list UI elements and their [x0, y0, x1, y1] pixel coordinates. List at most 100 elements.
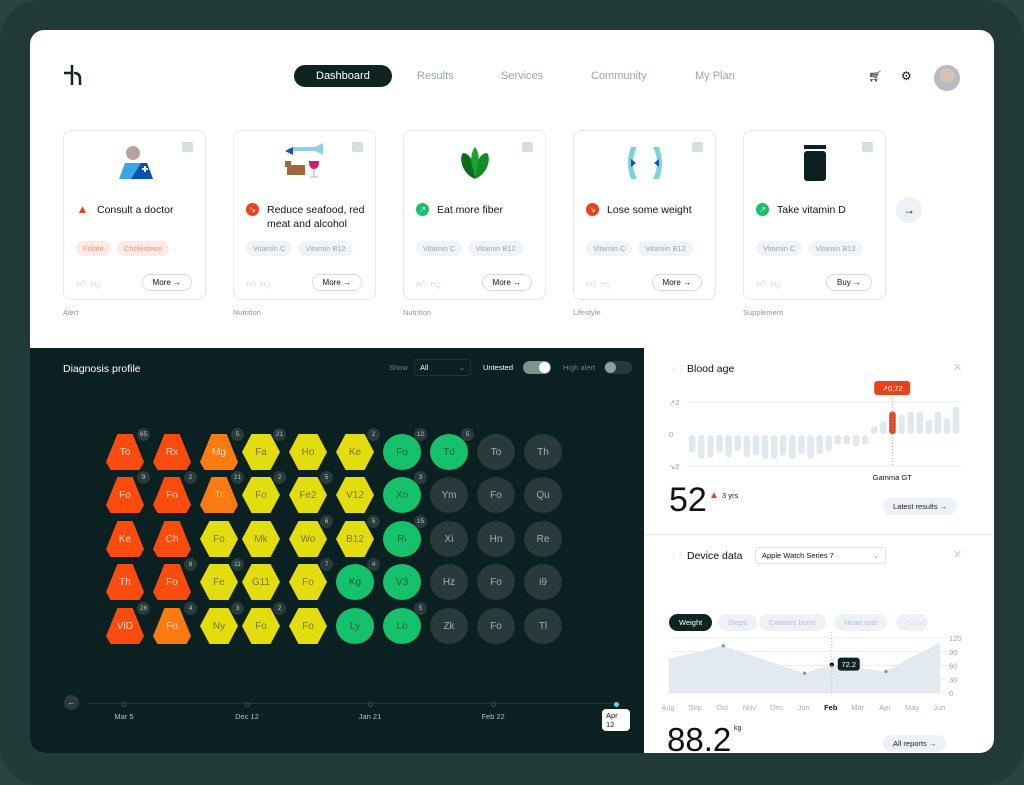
- timeline-label[interactable]: Apr 12: [602, 709, 630, 731]
- data-point[interactable]: [802, 671, 807, 675]
- tab-blood[interactable]: Blood: [896, 614, 928, 631]
- blood-age-bar[interactable]: [780, 435, 787, 456]
- biomarker-grey[interactable]: Fo: [477, 608, 515, 644]
- close-icon[interactable]: ✕: [953, 548, 962, 561]
- blood-age-bar[interactable]: [734, 435, 742, 451]
- tag[interactable]: Vitamin B12: [808, 241, 863, 256]
- tag[interactable]: Vitamin B12: [298, 241, 353, 256]
- tag[interactable]: Vitamin C: [246, 241, 293, 256]
- biomarker-grey[interactable]: Zk: [430, 608, 468, 644]
- recommendation-card[interactable]: ▲ Consult a doctor Folate Cholesterol 👍︎👎︎ Mo…: [63, 130, 206, 300]
- biomarker-grey[interactable]: Xi: [430, 521, 468, 557]
- blood-age-bar[interactable]: [943, 418, 951, 434]
- biomarker-red[interactable]: Ch: [153, 521, 191, 557]
- biomarker-yellow[interactable]: Ho: [289, 434, 327, 470]
- biomarker-yellow[interactable]: V12: [336, 477, 374, 513]
- biomarker-grey[interactable]: Qu: [524, 477, 562, 513]
- biomarker-grey[interactable]: Hz: [430, 564, 468, 600]
- blood-age-bar[interactable]: [843, 435, 851, 445]
- high-alert-toggle[interactable]: [604, 361, 632, 374]
- biomarker-grey[interactable]: Re: [524, 521, 562, 557]
- timeline-point[interactable]: [244, 702, 250, 707]
- timeline-back-button[interactable]: ←: [64, 695, 79, 710]
- blood-age-bar[interactable]: [798, 435, 805, 455]
- avatar[interactable]: [934, 65, 960, 91]
- biomarker-yellow[interactable]: Mk: [242, 521, 280, 557]
- tag[interactable]: Vitamin C: [416, 241, 463, 256]
- timeline-label[interactable]: Feb 22: [481, 712, 504, 721]
- tab-heart-rate[interactable]: Heart rate: [834, 614, 888, 631]
- thumbs-down-icon[interactable]: 👎︎: [600, 279, 614, 290]
- tag[interactable]: Vitamin B12: [468, 241, 523, 256]
- recommendation-card[interactable]: ↘ Lose some weight Vitamin C Vitamin B12 👍︎👎…: [573, 130, 716, 300]
- thumbs-down-icon[interactable]: 👎︎: [770, 279, 784, 290]
- blood-age-bar[interactable]: [852, 435, 860, 447]
- blood-age-bar[interactable]: [871, 426, 878, 434]
- card-action-button[interactable]: More →: [311, 274, 362, 291]
- gear-icon[interactable]: ⚙: [901, 69, 912, 83]
- thumbs-up-icon[interactable]: 👍︎: [246, 279, 260, 290]
- blood-age-bar[interactable]: [698, 435, 705, 459]
- card-action-button[interactable]: More →: [481, 274, 532, 291]
- biomarker-grey[interactable]: To: [477, 434, 515, 470]
- recommendation-card[interactable]: ↘ Reduce seafood, red meat and alcohol Vit…: [233, 130, 376, 300]
- data-point[interactable]: [829, 662, 834, 667]
- thumbs-up-icon[interactable]: 👍︎: [416, 279, 430, 290]
- tab-steps[interactable]: Steps: [718, 614, 758, 631]
- card-action-button[interactable]: More →: [141, 274, 192, 291]
- tag[interactable]: Cholesterol: [116, 241, 169, 256]
- untested-toggle[interactable]: [523, 361, 551, 374]
- biomarker-green[interactable]: V3: [383, 564, 421, 600]
- blood-age-bar[interactable]: [761, 435, 769, 459]
- timeline-point[interactable]: [367, 702, 373, 707]
- next-cards-button[interactable]: →: [896, 197, 922, 223]
- biomarker-grey[interactable]: Fo: [477, 564, 515, 600]
- data-point[interactable]: [884, 669, 888, 674]
- biomarker-grey[interactable]: i9: [524, 564, 562, 600]
- blood-age-bar[interactable]: [916, 411, 924, 434]
- blood-age-bar[interactable]: [952, 406, 960, 434]
- recommendation-card[interactable]: ↗ Eat more fiber Vitamin C Vitamin B12 👍︎👎︎ M…: [403, 130, 546, 300]
- blood-age-bar[interactable]: [807, 435, 814, 459]
- blood-age-bar[interactable]: [707, 435, 714, 458]
- timeline-label[interactable]: Jan 21: [359, 712, 382, 721]
- blood-age-bar[interactable]: [770, 435, 778, 459]
- timeline-point[interactable]: [613, 702, 619, 707]
- biomarker-yellow[interactable]: Fo: [200, 521, 238, 557]
- thumbs-up-icon[interactable]: 👍︎: [586, 279, 600, 290]
- thumbs-down-icon[interactable]: 👎︎: [90, 279, 104, 290]
- card-action-button[interactable]: More →: [651, 274, 702, 291]
- thumbs-up-icon[interactable]: 👍︎: [756, 279, 770, 290]
- blood-age-bar[interactable]: [898, 414, 905, 434]
- timeline-point[interactable]: [490, 702, 496, 707]
- tag[interactable]: Vitamin B12: [638, 241, 693, 256]
- biomarker-green[interactable]: Ly: [336, 608, 374, 644]
- recommendation-card[interactable]: ↗ Take vitamin D Vitamin C Vitamin B12 👍︎👎︎ B…: [743, 130, 886, 300]
- device-select[interactable]: Apple Watch Series 7 ⌄: [755, 547, 886, 564]
- blood-age-bar[interactable]: [789, 435, 796, 459]
- data-point[interactable]: [721, 644, 725, 648]
- logo-icon[interactable]: [62, 63, 86, 87]
- biomarker-grey[interactable]: Ym: [430, 477, 468, 513]
- biomarker-red[interactable]: Rx: [153, 434, 191, 470]
- close-icon[interactable]: ✕: [953, 361, 962, 374]
- tag[interactable]: Vitamin C: [586, 241, 633, 256]
- blood-age-bar[interactable]: [907, 411, 914, 434]
- blood-age-bar[interactable]: [834, 435, 842, 445]
- blood-age-bar[interactable]: [825, 435, 833, 451]
- thumbs-up-icon[interactable]: 👍︎: [76, 279, 90, 290]
- nav-my-plan[interactable]: My Plan: [673, 65, 757, 87]
- tab-calories-burnt[interactable]: Calories burnt: [759, 614, 826, 631]
- biomarker-red[interactable]: Ke: [106, 521, 144, 557]
- biomarker-grey[interactable]: Hn: [477, 521, 515, 557]
- all-reports-button[interactable]: All reports →: [883, 735, 947, 752]
- timeline-label[interactable]: Dec 12: [235, 712, 259, 721]
- biomarker-yellow[interactable]: G11: [242, 564, 280, 600]
- blood-age-bar[interactable]: [816, 435, 823, 455]
- biomarker-grey[interactable]: Tl: [524, 608, 562, 644]
- cart-icon[interactable]: 🛒︎: [868, 70, 882, 83]
- thumbs-down-icon[interactable]: 👎︎: [430, 279, 444, 290]
- blood-age-bar[interactable]: [925, 419, 933, 434]
- nav-results[interactable]: Results: [395, 65, 476, 87]
- nav-dashboard[interactable]: Dashboard: [294, 65, 392, 87]
